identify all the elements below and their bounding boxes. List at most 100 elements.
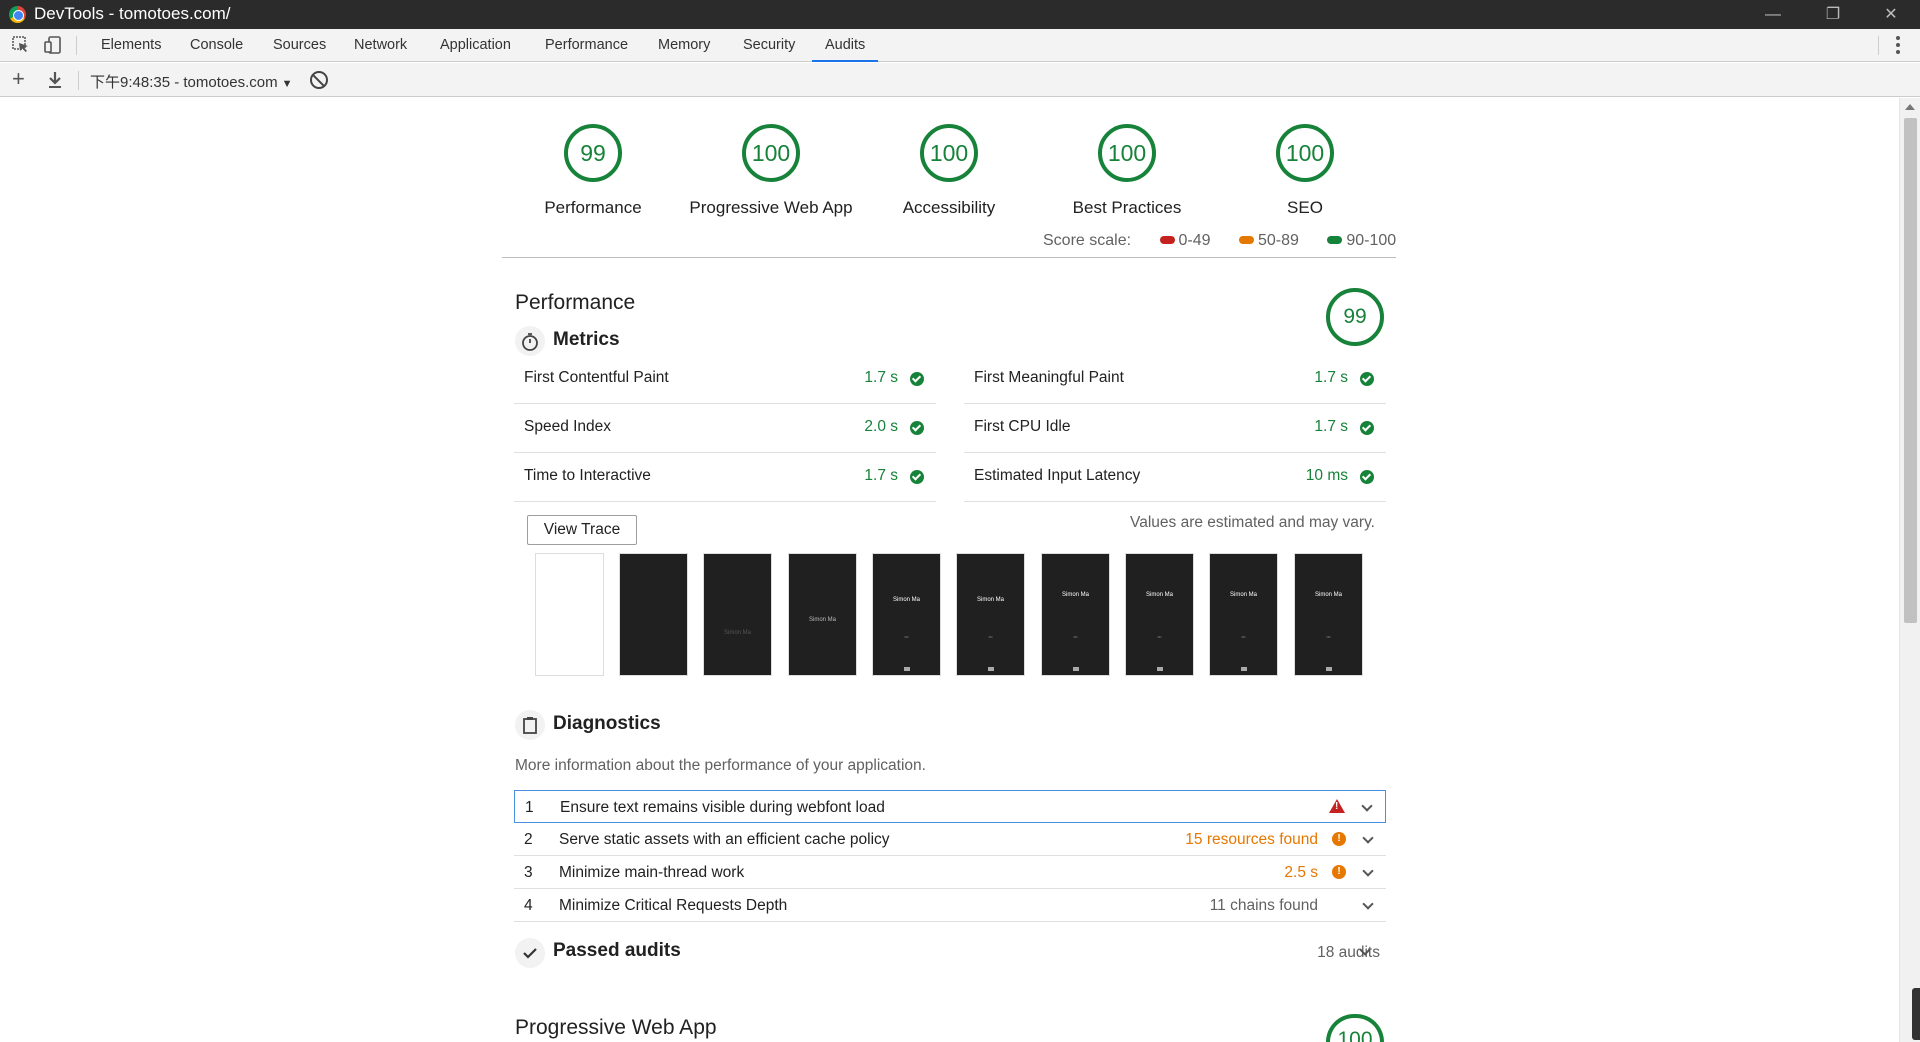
diagnostic-value: 2.5 s	[1284, 864, 1318, 881]
frame-btm	[1157, 667, 1163, 671]
gauge-performance[interactable]: 99 Performance	[503, 124, 683, 218]
inspect-element-icon[interactable]	[11, 35, 31, 55]
diagnostic-label: Minimize Critical Requests Depth	[559, 897, 788, 914]
diagnostic-row[interactable]: 1 Ensure text remains visible during web…	[514, 790, 1386, 823]
tab-memory[interactable]: Memory	[645, 29, 723, 62]
diagnostic-row[interactable]: 4 Minimize Critical Requests Depth 11 ch…	[514, 889, 1386, 922]
metric-row: Time to Interactive 1.7 s	[514, 453, 936, 502]
metric-row: First Contentful Paint 1.7 s	[514, 355, 936, 404]
frame-dots: •••	[1326, 634, 1331, 639]
chrome-icon	[9, 6, 26, 23]
close-icon[interactable]: ✕	[1868, 0, 1914, 29]
frame-title: Simon Ma	[1314, 592, 1342, 598]
chevron-down-icon[interactable]	[1361, 800, 1373, 812]
metric-value: 1.7 s	[1314, 418, 1348, 435]
report-selector-label: 下午9:48:35 - tomotoes.com	[90, 74, 278, 91]
chevron-down-icon: ▼	[281, 78, 293, 90]
metric-row: First Meaningful Paint 1.7 s	[964, 355, 1386, 404]
gauge-label: Performance	[544, 198, 642, 217]
tab-console[interactable]: Console	[177, 29, 256, 62]
gauge-label: SEO	[1287, 198, 1323, 217]
clear-all-icon[interactable]	[310, 71, 328, 89]
warning-triangle-icon	[1329, 799, 1345, 813]
filmstrip-frame: Simon Ma •••	[1209, 553, 1278, 676]
minimize-icon[interactable]: —	[1750, 0, 1796, 29]
metric-label: First Meaningful Paint	[974, 369, 1124, 386]
range-fail: 0-49	[1178, 232, 1211, 249]
diagnostic-row[interactable]: 2 Serve static assets with an efficient …	[514, 823, 1386, 856]
frame-title: Simon Ma	[723, 630, 751, 636]
device-toolbar-icon[interactable]	[43, 35, 63, 55]
window-titlebar: DevTools - tomotoes.com/ — ❐ ✕	[0, 0, 1920, 29]
frame-dots: •••	[904, 634, 909, 639]
diagnostics-description: More information about the performance o…	[515, 757, 926, 774]
side-widget[interactable]	[1912, 988, 1920, 1040]
section-title-performance: Performance	[515, 291, 636, 314]
download-report-icon[interactable]	[46, 70, 64, 90]
range-average: 50-89	[1257, 232, 1299, 249]
pass-check-icon	[910, 372, 924, 386]
diagnostic-number: 4	[524, 897, 533, 914]
toolbar-divider	[78, 71, 79, 90]
gauge-pwa[interactable]: 100 Progressive Web App	[681, 124, 861, 218]
vertical-scrollbar[interactable]	[1899, 98, 1920, 1042]
stopwatch-icon	[515, 326, 545, 356]
tab-performance[interactable]: Performance	[532, 29, 641, 62]
fail-dot-icon	[1159, 236, 1175, 245]
frame-title: Simon Ma	[1061, 592, 1089, 598]
gauge-score: 99	[564, 124, 622, 182]
gauge-best-practices[interactable]: 100 Best Practices	[1037, 124, 1217, 218]
metric-value: 1.7 s	[864, 467, 898, 484]
pass-dot-icon	[1327, 236, 1343, 245]
diagnostic-row[interactable]: 3 Minimize main-thread work 2.5 s !	[514, 856, 1386, 889]
frame-btm	[1241, 667, 1247, 671]
tab-sources[interactable]: Sources	[260, 29, 339, 62]
restore-icon[interactable]: ❐	[1810, 0, 1856, 29]
frame-btm	[1073, 667, 1079, 671]
tab-elements[interactable]: Elements	[88, 29, 174, 62]
tab-security[interactable]: Security	[730, 29, 808, 62]
chevron-down-icon[interactable]	[1362, 832, 1374, 844]
new-audit-icon[interactable]: +	[12, 66, 25, 92]
tab-application[interactable]: Application	[427, 29, 524, 62]
diagnostic-label: Serve static assets with an efficient ca…	[559, 831, 890, 848]
metric-label: Time to Interactive	[524, 467, 651, 484]
clipboard-icon	[515, 710, 545, 740]
chevron-down-icon[interactable]	[1362, 865, 1374, 877]
more-options-icon[interactable]	[1895, 36, 1901, 56]
gauge-label: Progressive Web App	[689, 198, 853, 217]
filmstrip-frame: Simon Ma •••	[956, 553, 1025, 676]
toolbar-divider	[1878, 36, 1879, 55]
metric-row: First CPU Idle 1.7 s	[964, 404, 1386, 453]
frame-dots: •••	[1157, 634, 1162, 639]
metric-value: 2.0 s	[864, 418, 898, 435]
tab-audits[interactable]: Audits	[812, 29, 879, 62]
gauge-accessibility[interactable]: 100 Accessibility	[859, 124, 1039, 218]
gauge-seo[interactable]: 100 SEO	[1215, 124, 1395, 218]
metric-value: 1.7 s	[864, 369, 898, 386]
section-title-pwa: Progressive Web App	[515, 1016, 717, 1039]
passed-audits-count: 18 audits	[1317, 944, 1380, 961]
frame-btm	[1326, 667, 1332, 671]
filmstrip-frame	[619, 553, 688, 676]
frame-title: Simon Ma	[1145, 592, 1173, 598]
metric-row: Estimated Input Latency 10 ms	[964, 453, 1386, 502]
report-selector[interactable]: 下午9:48:35 - tomotoes.com ▼	[90, 71, 292, 92]
frame-title: Simon Ma	[976, 597, 1004, 603]
section-score-pwa: 100	[1326, 1014, 1384, 1042]
view-trace-button[interactable]: View Trace	[527, 515, 637, 545]
filmstrip-frame: Simon Ma	[703, 553, 772, 676]
scroll-up-icon[interactable]	[1905, 104, 1915, 110]
frame-dots: •••	[1241, 634, 1246, 639]
chevron-down-icon[interactable]	[1362, 898, 1374, 910]
diagnostic-label: Minimize main-thread work	[559, 864, 745, 881]
checkmark-icon	[515, 938, 545, 968]
scrollbar-thumb[interactable]	[1904, 118, 1917, 623]
gauge-label: Best Practices	[1072, 198, 1182, 217]
pass-check-icon	[910, 421, 924, 435]
passed-audits-heading[interactable]: Passed audits	[553, 940, 681, 962]
diagnostic-number: 1	[525, 799, 534, 816]
pass-check-icon	[1360, 421, 1374, 435]
tab-network[interactable]: Network	[341, 29, 420, 62]
frame-title: Simon Ma	[808, 617, 836, 623]
